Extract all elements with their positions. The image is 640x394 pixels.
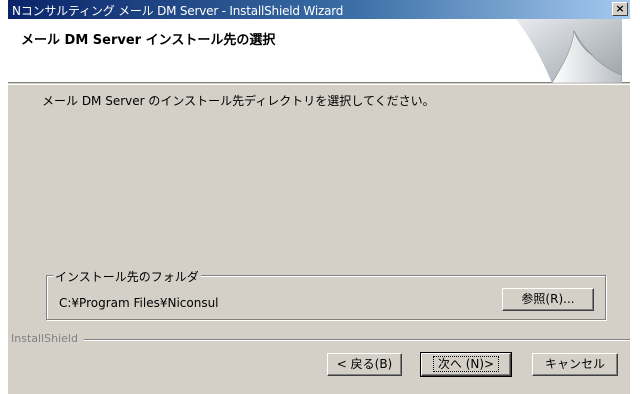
close-button[interactable]: ×	[612, 2, 628, 16]
back-button[interactable]: < 戻る(B)	[327, 353, 402, 376]
page-title: メール DM Server インストール先の選択	[21, 33, 276, 48]
cancel-button[interactable]: キャンセル	[532, 353, 618, 376]
instruction-text: メール DM Server のインストール先ディレクトリを選択してください。	[42, 94, 435, 108]
installshield-brand: InstallShield	[11, 332, 78, 345]
page-curl-graphic	[516, 19, 622, 83]
next-button[interactable]: 次へ (N)>	[420, 352, 512, 377]
footer-divider	[84, 339, 630, 341]
window-title: Nコンサルティング メール DM Server - InstallShield …	[12, 4, 344, 18]
banner-divider	[8, 84, 630, 85]
browse-button-label: 参照(R)...	[521, 292, 575, 306]
destination-folder-legend: インストール先のフォルダ	[53, 268, 201, 285]
header-banner: メール DM Server インストール先の選択	[8, 19, 630, 83]
browse-button[interactable]: 参照(R)...	[502, 288, 594, 311]
back-button-label: < 戻る(B)	[336, 357, 393, 371]
title-bar[interactable]: Nコンサルティング メール DM Server - InstallShield …	[8, 0, 630, 19]
cancel-button-label: キャンセル	[544, 357, 605, 371]
installer-window: Nコンサルティング メール DM Server - InstallShield …	[8, 0, 630, 394]
destination-path: C:¥Program Files¥Niconsul	[59, 296, 219, 310]
next-button-label: 次へ (N)>	[432, 356, 500, 372]
